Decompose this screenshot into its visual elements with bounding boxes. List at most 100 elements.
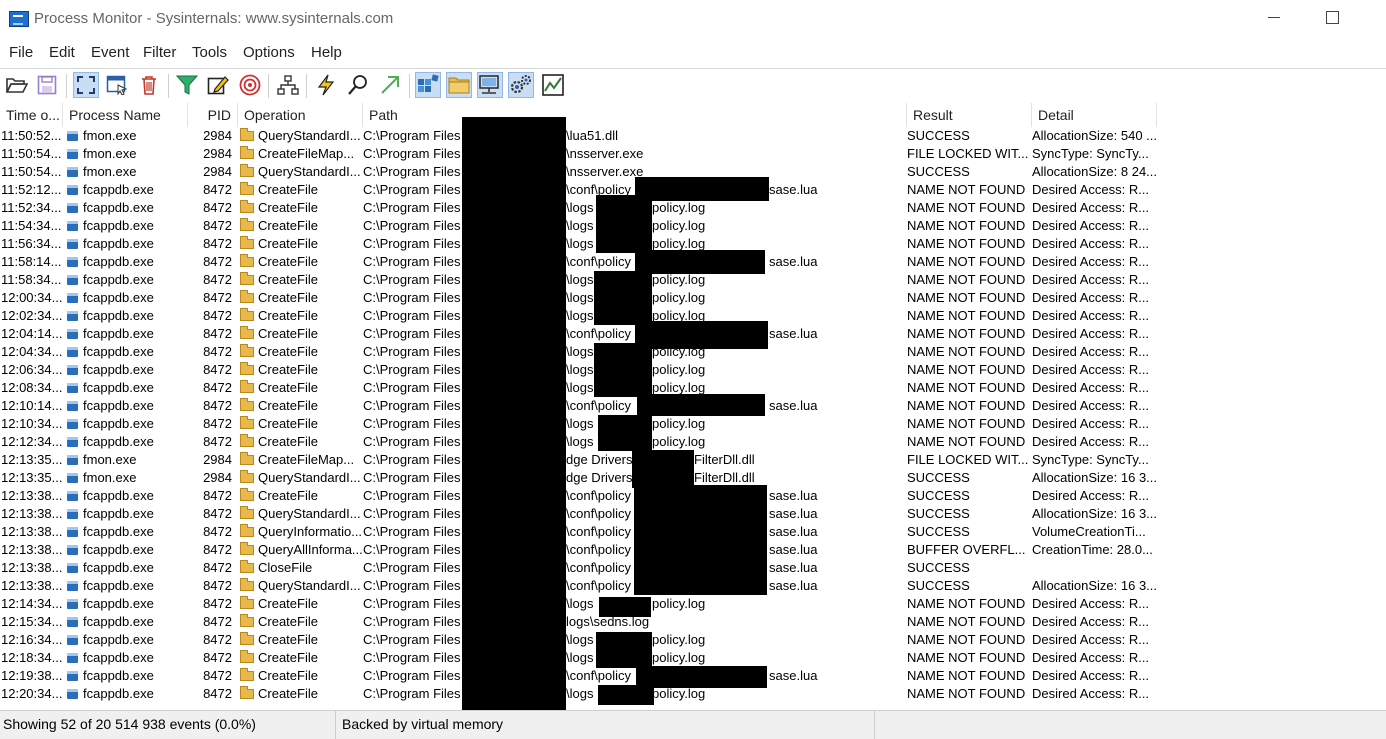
path-cell: C:\Program Files: [363, 668, 461, 683]
detail-cell: [1032, 559, 1156, 577]
result-cell: NAME NOT FOUND: [907, 326, 1026, 341]
file-activity-icon[interactable]: [446, 72, 472, 98]
process-icon: [67, 131, 78, 141]
jump-to-icon[interactable]: [377, 72, 403, 98]
event-list[interactable]: 11:50:52... fmon.exe 2984 QueryStandardI...…: [0, 127, 1386, 708]
time-cell: 12:18:34...: [1, 650, 63, 665]
time-cell: 12:13:38...: [1, 524, 63, 539]
column-header-row: Time o... Process Name PID Operation Pat…: [0, 103, 1386, 127]
highlight-icon[interactable]: [205, 72, 231, 98]
table-row[interactable]: 12:00:34... fcappdb.exe 8472 CreateFile C:\P…: [0, 289, 1386, 307]
menu-event[interactable]: Event: [91, 44, 129, 61]
menu-filter[interactable]: Filter: [143, 44, 176, 61]
file-system-icon: [240, 200, 254, 213]
table-row[interactable]: 11:50:54... fmon.exe 2984 CreateFileMap... C…: [0, 145, 1386, 163]
file-system-icon: [240, 434, 254, 447]
table-row[interactable]: 12:16:34... fcappdb.exe 8472 CreateFile C:\P…: [0, 631, 1386, 649]
table-row[interactable]: 12:15:34... fcappdb.exe 8472 CreateFile C:\P…: [0, 613, 1386, 631]
path-file-cell: policy.log: [652, 650, 706, 665]
jump-icon[interactable]: [313, 72, 339, 98]
table-row[interactable]: 11:54:34... fcappdb.exe 8472 CreateFile C:\P…: [0, 217, 1386, 235]
process-name-cell: fmon.exe: [83, 164, 137, 179]
process-icon: [67, 311, 78, 321]
operation-cell: CreateFile: [258, 650, 318, 665]
redaction-box: [599, 597, 651, 617]
table-row[interactable]: 12:10:34... fcappdb.exe 8472 CreateFile C:\P…: [0, 415, 1386, 433]
result-cell: NAME NOT FOUND: [907, 218, 1026, 233]
capture-icon[interactable]: [73, 72, 99, 98]
result-cell: SUCCESS: [907, 578, 970, 593]
column-header-process-name[interactable]: Process Name: [63, 103, 188, 127]
operation-cell: CreateFile: [258, 236, 318, 251]
menu-help[interactable]: Help: [311, 44, 342, 61]
operation-cell: CreateFile: [258, 488, 318, 503]
detail-cell: Desired Access: R...: [1032, 416, 1150, 431]
time-cell: 12:08:34...: [1, 380, 63, 395]
table-row[interactable]: 12:18:34... fcappdb.exe 8472 CreateFile C:\P…: [0, 649, 1386, 667]
file-system-icon: [240, 308, 254, 321]
menu-edit[interactable]: Edit: [49, 44, 75, 61]
menu-options[interactable]: Options: [243, 44, 295, 61]
column-header-result[interactable]: Result: [907, 103, 1032, 127]
open-icon[interactable]: [4, 72, 30, 98]
file-system-icon: [240, 470, 254, 483]
minimize-icon[interactable]: [1268, 17, 1280, 18]
result-cell: NAME NOT FOUND: [907, 380, 1026, 395]
autoscroll-icon[interactable]: [104, 72, 130, 98]
pid-cell: 2984: [203, 470, 232, 485]
operation-cell: CreateFile: [258, 380, 318, 395]
find-icon[interactable]: [345, 72, 371, 98]
process-tree-icon[interactable]: [275, 72, 301, 98]
file-system-icon: [240, 272, 254, 285]
pid-cell: 8472: [203, 416, 232, 431]
path-cell: C:\Program Files: [363, 488, 461, 503]
pid-cell: 8472: [203, 344, 232, 359]
network-activity-icon[interactable]: [477, 72, 503, 98]
table-row[interactable]: 12:06:34... fcappdb.exe 8472 CreateFile C:\P…: [0, 361, 1386, 379]
maximize-icon[interactable]: [1326, 11, 1339, 24]
redaction-box: [632, 450, 694, 488]
file-system-icon: [240, 488, 254, 501]
redaction-box: [635, 177, 769, 201]
menu-tools[interactable]: Tools: [192, 44, 227, 61]
process-name-cell: fcappdb.exe: [83, 290, 154, 305]
pid-cell: 8472: [203, 236, 232, 251]
column-header-time[interactable]: Time o...: [0, 103, 63, 127]
path-cell: C:\Program Files: [363, 542, 461, 557]
column-header-operation[interactable]: Operation: [238, 103, 363, 127]
registry-activity-icon[interactable]: [415, 72, 441, 98]
path-cell: C:\Program Files: [363, 182, 461, 197]
table-row[interactable]: 12:14:34... fcappdb.exe 8472 CreateFile C:\P…: [0, 595, 1386, 613]
detail-cell: Desired Access: R...: [1032, 650, 1150, 665]
path-cell: C:\Program Files: [363, 506, 461, 521]
detail-cell: Desired Access: R...: [1032, 362, 1150, 377]
column-header-detail[interactable]: Detail: [1032, 103, 1157, 127]
path-cell: C:\Program Files: [363, 614, 461, 629]
process-name-cell: fcappdb.exe: [83, 650, 154, 665]
menu-file[interactable]: File: [9, 44, 33, 61]
detail-cell: SyncType: SyncTy...: [1032, 452, 1149, 467]
clear-icon[interactable]: [136, 72, 162, 98]
operation-cell: CreateFile: [258, 326, 318, 341]
target-icon[interactable]: [237, 72, 263, 98]
time-cell: 11:54:34...: [1, 218, 62, 233]
path-cell: C:\Program Files: [363, 380, 461, 395]
table-row[interactable]: 11:50:52... fmon.exe 2984 QueryStandardI...…: [0, 127, 1386, 145]
path-cell: C:\Program Files: [363, 218, 461, 233]
process-icon: [67, 185, 78, 195]
column-header-pid[interactable]: PID: [188, 103, 238, 127]
save-icon[interactable]: [34, 72, 60, 98]
process-icon: [67, 257, 78, 267]
process-activity-icon[interactable]: [508, 72, 534, 98]
profiling-icon[interactable]: [540, 72, 566, 98]
operation-cell: CreateFile: [258, 308, 318, 323]
result-cell: SUCCESS: [907, 524, 970, 539]
time-cell: 11:58:34...: [1, 272, 62, 287]
table-row[interactable]: 12:12:34... fcappdb.exe 8472 CreateFile C:\P…: [0, 433, 1386, 451]
filter-icon[interactable]: [174, 72, 200, 98]
path-file-cell: [652, 613, 907, 631]
detail-cell: AllocationSize: 8 24...: [1032, 164, 1156, 179]
column-header-path[interactable]: Path: [363, 103, 907, 127]
table-row[interactable]: 11:52:34... fcappdb.exe 8472 CreateFile C:\P…: [0, 199, 1386, 217]
result-cell: NAME NOT FOUND: [907, 650, 1026, 665]
